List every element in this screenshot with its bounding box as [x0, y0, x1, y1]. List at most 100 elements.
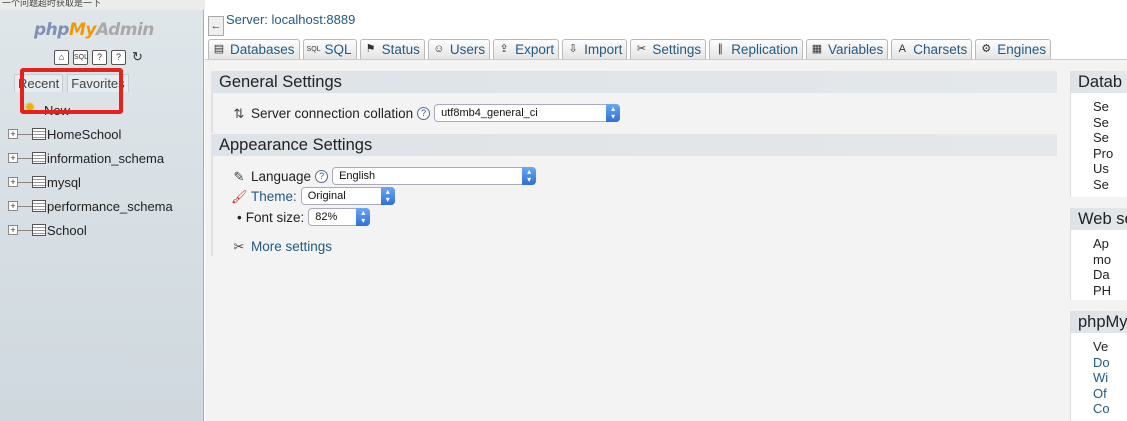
doc-link[interactable]: Do	[1093, 355, 1127, 371]
export-icon: ⇪	[499, 43, 509, 55]
breadcrumb-server[interactable]: Server: localhost:8889	[226, 12, 355, 27]
contribute-link[interactable]: Co	[1093, 401, 1127, 417]
palette-icon: 🖌	[231, 188, 248, 204]
language-label: Language	[251, 168, 312, 184]
tree-item-mysql[interactable]: + mysql	[8, 170, 173, 194]
theme-row: 🖌 Theme: Original ▴ ▾	[231, 187, 395, 205]
collation-row: ⇅ Server connection collation ? utf8mb4_…	[231, 104, 621, 122]
tab-status[interactable]: ⚑ Status	[359, 39, 425, 59]
tab-charsets[interactable]: A Charsets	[891, 39, 973, 59]
theme-select[interactable]: Original ▴ ▾	[300, 187, 395, 205]
official-link[interactable]: Of	[1093, 386, 1127, 402]
more-settings-row: ✂ More settings	[231, 239, 333, 254]
wiki-link[interactable]: Wi	[1093, 370, 1127, 386]
tree-item-school[interactable]: + School	[8, 218, 173, 242]
collation-label: Server connection collation	[251, 105, 414, 121]
list-item: Se	[1093, 115, 1127, 131]
expand-icon[interactable]: +	[8, 129, 18, 139]
list-item: Us	[1093, 161, 1127, 177]
database-server-title: Datab	[1071, 71, 1127, 93]
more-settings-link[interactable]: More settings	[251, 239, 332, 254]
select-arrows-icon: ▴ ▾	[522, 167, 537, 185]
select-arrows-icon: ▴ ▾	[606, 104, 621, 122]
select-arrows-icon: ▴ ▾	[356, 208, 371, 226]
general-settings-title: General Settings	[211, 71, 1057, 93]
tree-item-label[interactable]: HomeSchool	[47, 127, 121, 142]
list-item: Pro	[1093, 146, 1127, 162]
red-highlight-annotation	[20, 68, 123, 114]
database-server-box: Datab Se Se Se Pro Us Se	[1070, 71, 1127, 197]
tab-import[interactable]: ⇩ Import	[562, 39, 628, 59]
phpmyadmin-logo[interactable]: phpMyAdmin	[34, 20, 154, 40]
import-icon: ⇩	[568, 43, 578, 55]
language-icon: ✎	[233, 168, 245, 184]
tree-item-label[interactable]: School	[47, 223, 87, 238]
list-item: Se	[1093, 99, 1127, 115]
collapse-nav-button[interactable]: ←	[208, 16, 224, 36]
list-item: mo	[1093, 251, 1112, 267]
tree-item-performance-schema[interactable]: + performance_schema	[8, 194, 173, 218]
sql-icon: SQL	[306, 46, 321, 53]
list-item: Se	[1093, 177, 1127, 193]
tab-variables[interactable]: ▦ Variables	[805, 39, 889, 59]
bullet: •	[237, 209, 242, 225]
language-select[interactable]: English ▴ ▾	[332, 167, 537, 185]
charsets-icon: A	[898, 43, 906, 55]
web-server-title: Web se	[1071, 208, 1127, 230]
list-item: PH	[1093, 283, 1127, 299]
settings-icon: ✂	[636, 43, 647, 55]
tree-item-homeschool[interactable]: + HomeSchool	[8, 122, 173, 146]
tree-item-information-schema[interactable]: + information_schema	[8, 146, 173, 170]
expand-icon[interactable]: +	[8, 225, 18, 235]
nav-icon-bar: ⌂ SQL ? ? ↻	[54, 50, 145, 65]
language-row: ✎ Language ? English ▴ ▾	[231, 167, 537, 185]
database-icon	[32, 224, 46, 236]
tab-users[interactable]: ☺ Users	[427, 39, 491, 59]
tab-settings[interactable]: ✂ Settings	[630, 39, 707, 59]
expand-icon[interactable]: +	[8, 153, 18, 163]
expand-icon[interactable]: +	[8, 177, 18, 187]
fontsize-select[interactable]: 82% ▴ ▾	[308, 208, 371, 226]
phpmyadmin-info-title: phpMy	[1071, 311, 1127, 333]
status-icon: ⚑	[365, 43, 376, 55]
list-item: Se	[1093, 130, 1127, 146]
theme-link[interactable]: Theme:	[251, 189, 297, 204]
browser-tab-strip: 一个问题超时获取是一下	[0, 0, 205, 10]
database-tree: New + HomeSchool + information_schema + …	[8, 98, 173, 242]
list-item: Ve	[1093, 339, 1127, 355]
tree-item-label[interactable]: performance_schema	[47, 199, 173, 214]
variables-icon: ▦	[811, 43, 823, 55]
query-window-icon[interactable]: ?	[92, 50, 107, 65]
tab-engines[interactable]: ⚙ Engines	[975, 39, 1052, 59]
reload-icon[interactable]: ↻	[130, 50, 145, 65]
tree-item-label[interactable]: mysql	[47, 175, 81, 190]
docs-icon[interactable]: ?	[111, 50, 126, 65]
database-icon	[32, 176, 46, 188]
fontsize-row: • Font size: 82% ▴ ▾	[237, 208, 371, 226]
database-icon: ▤	[213, 43, 225, 55]
tab-export[interactable]: ⇪ Export	[493, 39, 560, 59]
top-bar: ← Server: localhost:8889	[205, 10, 1127, 38]
list-item: Da	[1093, 267, 1127, 283]
help-icon[interactable]: ?	[315, 169, 329, 183]
users-icon: ☺	[433, 43, 445, 55]
list-item: Ap	[1093, 236, 1127, 252]
tab-databases[interactable]: ▤ Databases	[208, 39, 300, 59]
select-arrows-icon: ▴ ▾	[380, 187, 395, 205]
tree-item-label[interactable]: information_schema	[47, 151, 164, 166]
sql-icon[interactable]: SQL	[73, 50, 88, 65]
tab-replication[interactable]: ∥ Replication	[709, 39, 803, 59]
tab-sql[interactable]: SQL SQL	[302, 39, 357, 59]
engines-icon: ⚙	[981, 43, 992, 55]
navigation-panel: phpMyAdmin ⌂ SQL ? ? ↻ Recent Favorites …	[0, 10, 204, 421]
help-icon[interactable]: ?	[417, 106, 431, 120]
database-icon	[32, 128, 46, 140]
expand-icon[interactable]: +	[8, 201, 18, 211]
collation-select[interactable]: utf8mb4_general_ci ▴ ▾	[434, 104, 621, 122]
database-icon	[32, 152, 46, 164]
fontsize-label: Font size:	[245, 209, 305, 225]
home-icon[interactable]: ⌂	[54, 50, 69, 65]
collation-icon: ⇅	[233, 105, 245, 121]
browser-tab-text: 一个问题超时获取是一下	[2, 0, 102, 8]
database-icon	[32, 200, 46, 212]
